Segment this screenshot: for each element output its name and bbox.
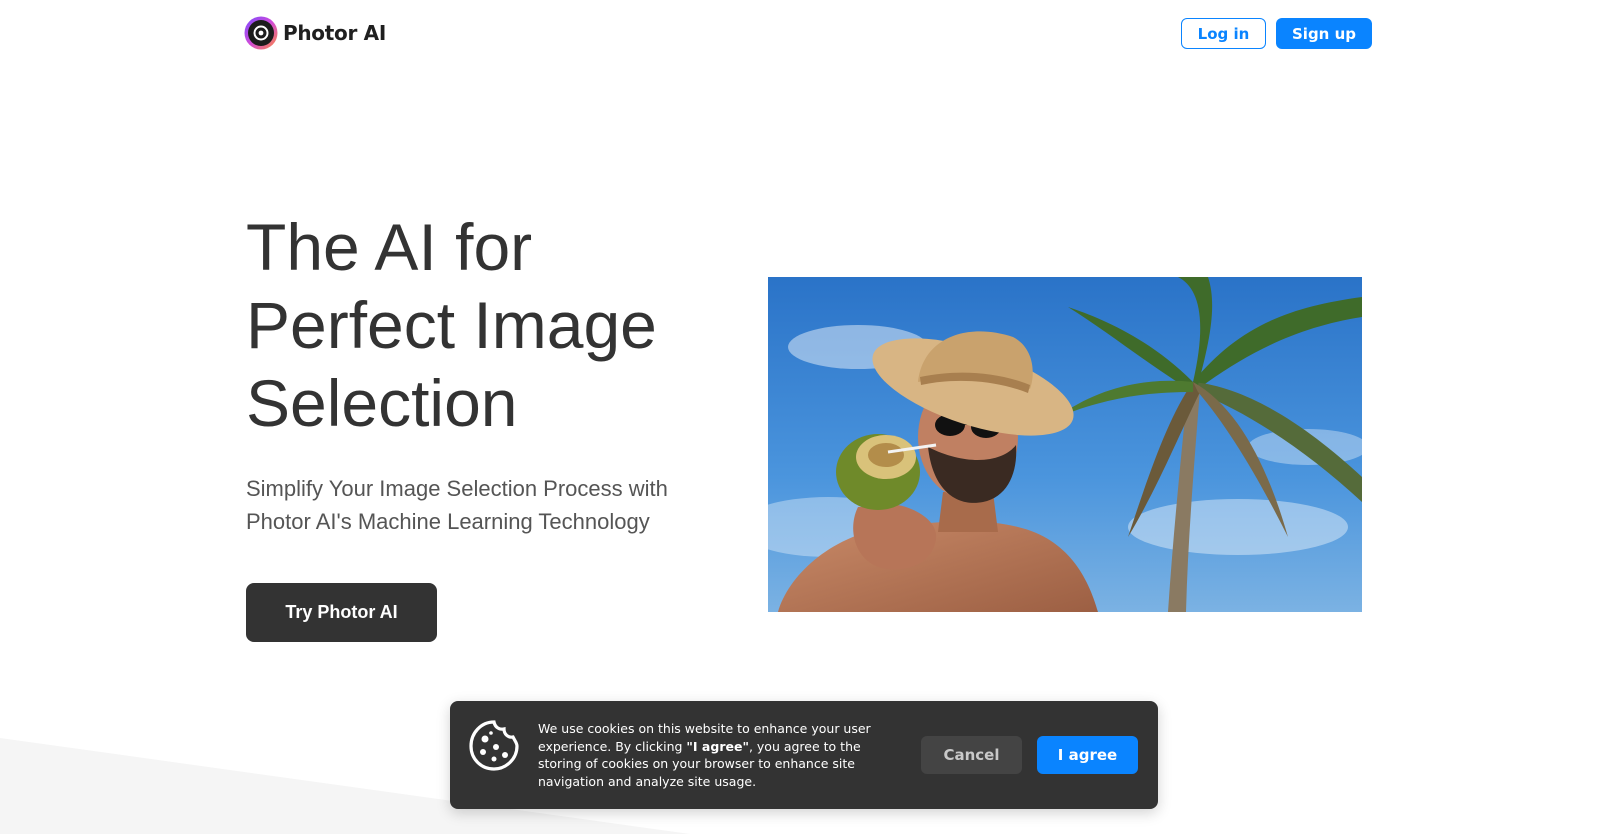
signup-button[interactable]: Sign up — [1276, 18, 1372, 49]
hero-photo — [768, 277, 1362, 612]
hero-title-line-2: Perfect Image — [246, 288, 657, 362]
camera-lens-icon — [244, 16, 278, 50]
hero-title-line-1: The AI for — [246, 210, 533, 284]
hero-subtitle: Simplify Your Image Selection Process wi… — [246, 472, 716, 538]
site-header: Photor AI Log in Sign up — [0, 0, 1600, 68]
cookie-agree-button[interactable]: I agree — [1037, 736, 1138, 774]
brand-name: Photor AI — [283, 21, 386, 45]
try-photor-button[interactable]: Try Photor AI — [246, 583, 437, 642]
cookie-icon — [469, 720, 519, 771]
login-button[interactable]: Log in — [1181, 18, 1266, 49]
cookie-message-emphasis: "I agree" — [686, 738, 749, 754]
cookie-banner: We use cookies on this website to enhanc… — [450, 701, 1158, 809]
hero-photo-illustration — [768, 277, 1362, 612]
cookie-cancel-button[interactable]: Cancel — [921, 736, 1022, 774]
hero-title-line-3: Selection — [246, 366, 518, 440]
hero-subtitle-line-1: Simplify Your Image Selection Process wi… — [246, 476, 668, 501]
brand-logo[interactable]: Photor AI — [244, 16, 386, 50]
hero-title: The AI for Perfect Image Selection — [246, 208, 716, 442]
hero-subtitle-line-2: Photor AI's Machine Learning Technology — [246, 509, 650, 534]
cookie-message: We use cookies on this website to enhanc… — [538, 720, 908, 790]
